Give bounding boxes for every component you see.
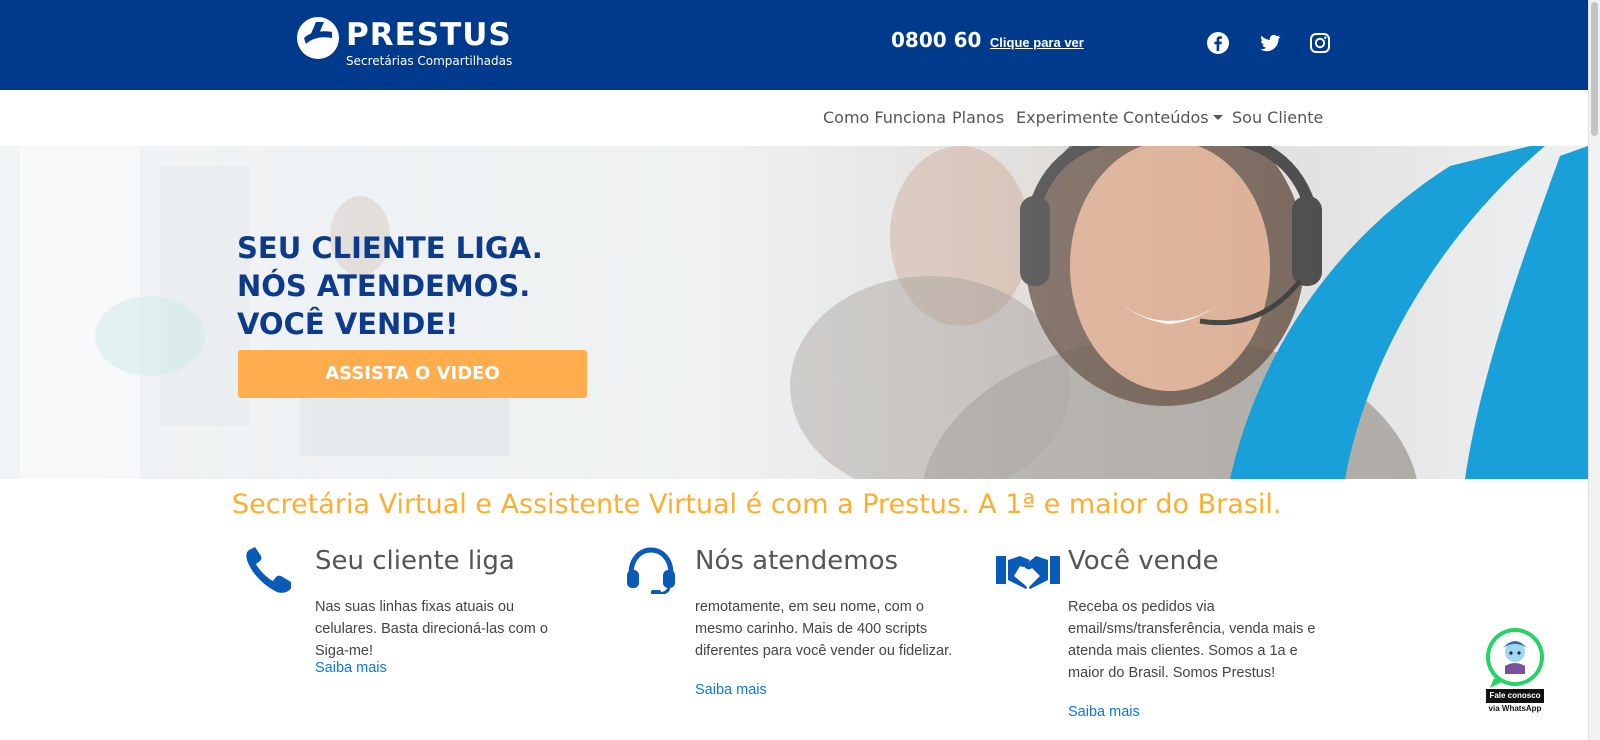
headset-icon [627, 547, 675, 594]
feature-saiba-mais-link[interactable]: Saiba mais [1068, 702, 1140, 722]
nav-item-experimente[interactable]: Experimente [1016, 108, 1118, 128]
feature-title: Nós atendemos [695, 546, 899, 576]
nav-item-planos[interactable]: Planos [952, 108, 1004, 128]
handshake-icon [996, 556, 1060, 589]
hero-line-3: VOCÊ VENDE! [237, 307, 459, 341]
phone-icon [246, 547, 291, 593]
scrollbar-thumb[interactable] [1591, 2, 1598, 136]
feature-title: Seu cliente liga [315, 546, 515, 576]
top-header-bar: PRESTUS Secretárias Compartilhadas 0800 … [0, 0, 1600, 90]
feature-description: Nas suas linhas fixas atuais ou celulare… [315, 599, 548, 659]
caret-down-icon [1212, 115, 1223, 120]
whatsapp-label: Fale conosco [1486, 689, 1544, 703]
feature-description: remotamente, em seu nome, com o mesmo ca… [695, 599, 953, 659]
prestus-logo[interactable]: PRESTUS Secretárias Compartilhadas [296, 16, 516, 72]
whatsapp-sublabel: via WhatsApp [1488, 704, 1542, 713]
phone-reveal-link[interactable]: Clique para ver [990, 35, 1084, 50]
phone-number: 0800 60 [891, 28, 982, 52]
nav-item-conteudos-label: Conteúdos [1123, 108, 1209, 127]
hero-line-1: SEU CLIENTE LIGA. [237, 231, 543, 265]
feature-saiba-mais-link[interactable]: Saiba mais [315, 658, 387, 678]
hero-line-2: NÓS ATENDEMOS. [237, 269, 531, 303]
nav-item-conteudos[interactable]: Conteúdos [1123, 108, 1223, 128]
feature-saiba-mais-link[interactable]: Saiba mais [695, 680, 767, 700]
whatsapp-icon [1486, 628, 1544, 688]
hero-banner: SEU CLIENTE LIGA. NÓS ATENDEMOS. VOCÊ VE… [0, 146, 1588, 479]
logo-mark-icon [297, 17, 339, 59]
section-tagline: Secretária Virtual e Assistente Virtual … [232, 489, 1282, 520]
nav-item-como-funciona[interactable]: Como Funciona [823, 108, 946, 128]
feature-title: Você vende [1068, 546, 1219, 576]
logo-wordmark: PRESTUS [346, 17, 512, 53]
phone-contact: 0800 60 Clique para ver [891, 28, 1084, 52]
main-navbar: Como Funciona Planos Experimente Conteúd… [0, 90, 1600, 146]
page-scrollbar[interactable] [1588, 0, 1600, 740]
instagram-icon[interactable] [1308, 31, 1332, 55]
whatsapp-widget[interactable]: Fale conosco via WhatsApp [1484, 626, 1546, 714]
hero-headline: SEU CLIENTE LIGA. NÓS ATENDEMOS. VOCÊ VE… [237, 229, 543, 343]
feature-description: Receba os pedidos via email/sms/transfer… [1068, 599, 1316, 681]
nav-item-sou-cliente[interactable]: Sou Cliente [1232, 108, 1323, 128]
facebook-icon[interactable] [1206, 31, 1230, 55]
watch-video-button[interactable]: ASSISTA O VIDEO [238, 350, 587, 398]
twitter-icon[interactable] [1258, 31, 1282, 55]
logo-tagline: Secretárias Compartilhadas [346, 54, 513, 68]
